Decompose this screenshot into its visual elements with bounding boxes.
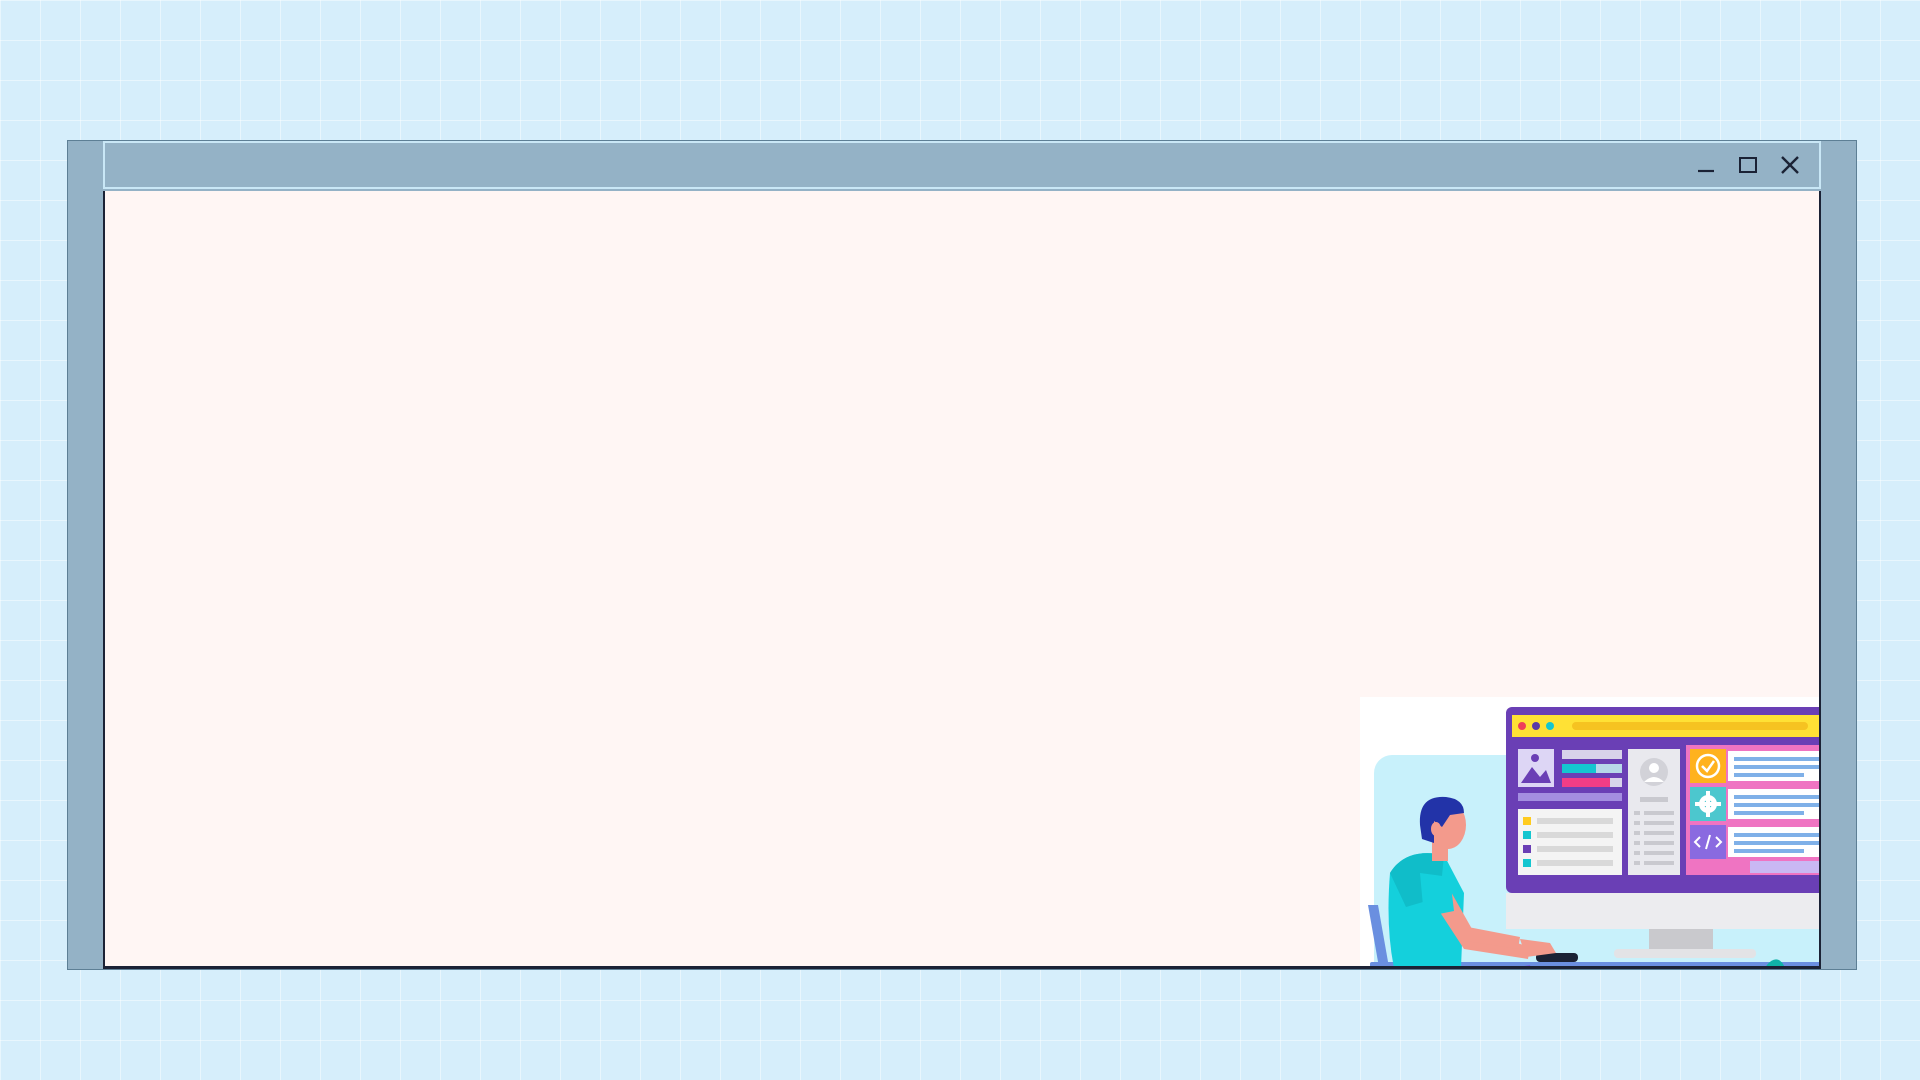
window-content [103, 191, 1821, 969]
window-controls [1691, 150, 1805, 180]
person-at-computer-illustration [1360, 697, 1819, 966]
close-button[interactable] [1775, 150, 1805, 180]
window-titlebar[interactable] [103, 141, 1821, 189]
minimize-icon [1698, 169, 1714, 173]
app-window [67, 140, 1857, 970]
close-icon [1781, 156, 1799, 174]
maximize-icon [1739, 157, 1757, 173]
minimize-button[interactable] [1691, 150, 1721, 180]
maximize-button[interactable] [1733, 150, 1763, 180]
monitor [1506, 707, 1819, 958]
